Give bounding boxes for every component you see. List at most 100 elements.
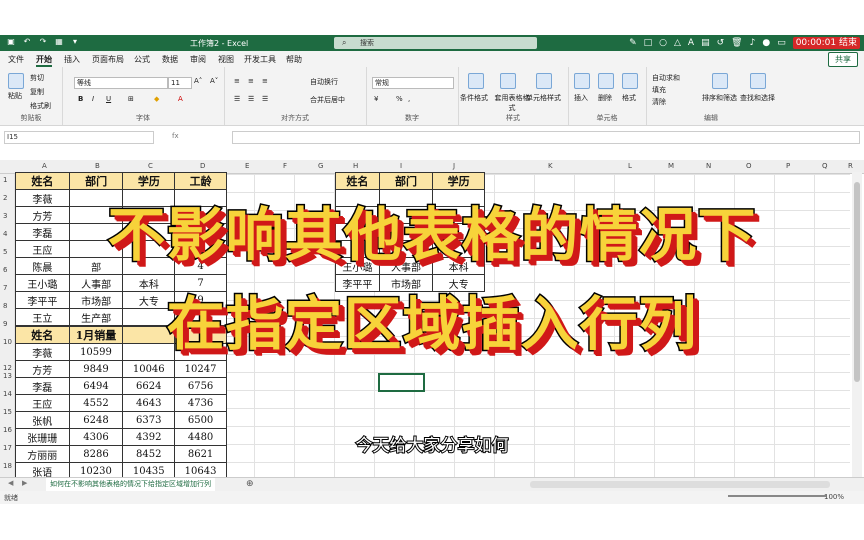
italic-icon[interactable]: I <box>92 95 94 103</box>
underline-icon[interactable]: U <box>106 95 111 103</box>
header-cell[interactable]: 学历 <box>122 172 176 190</box>
customize-qat-icon[interactable]: ▾ <box>70 37 80 47</box>
increase-font-icon[interactable]: A˄ <box>194 77 202 85</box>
format-cells-icon[interactable] <box>622 73 638 89</box>
copy-button[interactable]: 复制 <box>30 87 44 97</box>
rectangle-icon[interactable]: □ <box>644 38 653 48</box>
row-header-14[interactable]: 14 <box>3 390 12 398</box>
column-header-d[interactable]: D <box>200 162 205 170</box>
column-header-b[interactable]: B <box>95 162 100 170</box>
tab-formulas[interactable]: 公式 <box>134 54 150 65</box>
camera-icon[interactable]: ▭ <box>777 38 786 48</box>
table-cell[interactable]: 6624 <box>122 377 176 395</box>
font-name-select[interactable]: 等线 <box>74 77 168 89</box>
mic-icon[interactable]: ● <box>762 38 770 48</box>
tab-data[interactable]: 数据 <box>162 54 178 65</box>
column-header-n[interactable]: N <box>706 162 711 170</box>
conditional-format-icon[interactable] <box>468 73 484 89</box>
sheet-nav-right-icon[interactable]: ▶ <box>22 479 27 487</box>
header-cell[interactable]: 姓名 <box>335 172 380 190</box>
border-icon[interactable]: ⊞ <box>128 95 134 103</box>
font-size-select[interactable]: 11 <box>168 77 192 89</box>
delete-cells-button[interactable]: 删除 <box>598 93 612 103</box>
delete-cells-icon[interactable] <box>598 73 614 89</box>
column-header-i[interactable]: I <box>400 162 402 170</box>
undo-icon[interactable]: ↶ <box>22 37 32 47</box>
text-icon[interactable]: A <box>688 38 694 48</box>
recording-end-button[interactable]: 00:00:01 结束 <box>792 37 860 49</box>
header-cell[interactable]: 学历 <box>432 172 485 190</box>
clear-button[interactable]: 清除 <box>652 97 666 107</box>
column-header-p[interactable]: P <box>786 162 790 170</box>
share-button[interactable]: 共享 <box>828 52 858 67</box>
conditional-format-button[interactable]: 条件格式 <box>460 93 488 103</box>
cut-button[interactable]: 剪切 <box>30 73 44 83</box>
triangle-icon[interactable]: △ <box>674 38 681 48</box>
column-header-h[interactable]: H <box>353 162 358 170</box>
row-header-18[interactable]: 18 <box>3 462 12 470</box>
selected-cell[interactable] <box>378 373 425 392</box>
name-box[interactable]: I15 <box>4 131 154 144</box>
align-right-icon[interactable]: ☰ <box>262 95 268 103</box>
trash-icon[interactable]: 🗑 <box>731 38 742 48</box>
tab-insert[interactable]: 插入 <box>64 54 80 65</box>
header-cell[interactable]: 部门 <box>378 172 434 190</box>
undo-drawing-icon[interactable]: ↺ <box>717 38 725 48</box>
tab-developer[interactable]: 开发工具 <box>244 54 276 65</box>
cell-styles-button[interactable]: 单元格样式 <box>526 93 561 103</box>
table-cell[interactable]: 6494 <box>68 377 124 395</box>
header-cell[interactable]: 工龄 <box>174 172 227 190</box>
table-cell[interactable]: 4643 <box>122 394 176 412</box>
align-bottom-icon[interactable]: ≡ <box>262 77 268 85</box>
tab-page-layout[interactable]: 页面布局 <box>92 54 124 65</box>
tab-help[interactable]: 帮助 <box>286 54 302 65</box>
horizontal-scrollbar[interactable] <box>530 481 830 488</box>
column-header-m[interactable]: M <box>668 162 674 170</box>
column-header-o[interactable]: O <box>746 162 752 170</box>
tab-file[interactable]: 文件 <box>8 54 24 65</box>
find-select-icon[interactable] <box>750 73 766 89</box>
insert-cells-button[interactable]: 插入 <box>574 93 588 103</box>
formula-input[interactable] <box>232 131 860 144</box>
table-cell[interactable]: 4736 <box>174 394 227 412</box>
align-left-icon[interactable]: ☰ <box>234 95 240 103</box>
table-cell[interactable]: 6248 <box>68 411 124 429</box>
redo-icon[interactable]: ↷ <box>38 37 48 47</box>
autosum-button[interactable]: 自动求和 <box>652 73 680 83</box>
align-top-icon[interactable]: ≡ <box>234 77 240 85</box>
column-header-q[interactable]: Q <box>822 162 828 170</box>
table-cell[interactable]: 10046 <box>122 360 176 378</box>
paste-button[interactable]: 粘贴 <box>8 91 22 101</box>
fill-color-icon[interactable]: ◆ <box>154 95 159 103</box>
pen-icon[interactable]: ✎ <box>629 38 637 48</box>
table-cell[interactable]: 6500 <box>174 411 227 429</box>
number-format-select[interactable]: 常规 <box>372 77 454 89</box>
header-cell[interactable]: 部门 <box>68 172 124 190</box>
comma-icon[interactable]: , <box>408 95 410 103</box>
row-header-15[interactable]: 15 <box>3 408 12 416</box>
sort-filter-icon[interactable] <box>712 73 728 89</box>
table-cell[interactable]: 6373 <box>122 411 176 429</box>
table-cell[interactable]: 9849 <box>68 360 124 378</box>
add-sheet-icon[interactable]: ⊕ <box>246 478 254 491</box>
align-middle-icon[interactable]: ≡ <box>248 77 254 85</box>
column-header-r[interactable]: R <box>848 162 853 170</box>
fx-icon[interactable]: fx <box>172 131 179 142</box>
row-header-1[interactable]: 1 <box>3 176 7 184</box>
column-header-f[interactable]: F <box>283 162 287 170</box>
header-cell[interactable]: 姓名 <box>15 172 70 190</box>
font-color-icon[interactable]: A <box>178 95 183 103</box>
table-cell[interactable]: 4552 <box>68 394 124 412</box>
bold-icon[interactable]: B <box>78 95 83 103</box>
mosaic-icon[interactable]: ▤ <box>701 38 710 48</box>
align-center-icon[interactable]: ☰ <box>248 95 254 103</box>
column-header-e[interactable]: E <box>245 162 249 170</box>
table-format-icon[interactable] <box>500 73 516 89</box>
sheet-nav-left-icon[interactable]: ◀ <box>8 479 13 487</box>
tab-home[interactable]: 开始 <box>36 54 52 67</box>
format-painter-button[interactable]: 格式刷 <box>30 101 51 111</box>
cell-styles-icon[interactable] <box>536 73 552 89</box>
currency-icon[interactable]: ¥ <box>374 95 378 103</box>
table-cell[interactable]: 10247 <box>174 360 227 378</box>
column-header-g[interactable]: G <box>318 162 323 170</box>
